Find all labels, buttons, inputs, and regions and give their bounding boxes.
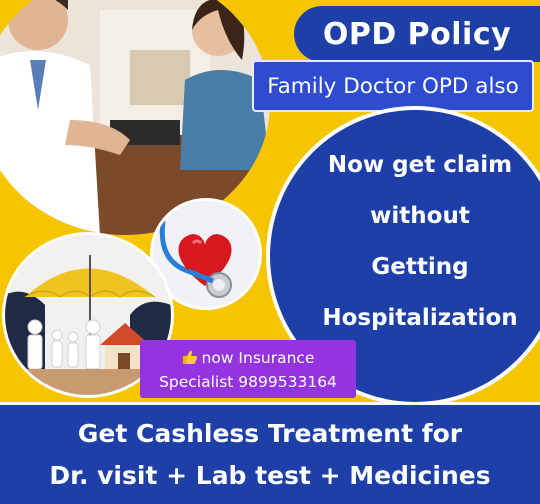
claim-line-3: Getting xyxy=(371,254,469,280)
policy-title: OPD Policy xyxy=(322,16,512,52)
doctor-consultation-image xyxy=(0,0,270,235)
cashless-treatment-banner: Get Cashless Treatment for Dr. visit + L… xyxy=(0,402,540,504)
claim-line-1: Now get claim xyxy=(327,152,513,178)
claim-line-4: Hospitalization xyxy=(322,305,518,331)
thumbs-up-icon xyxy=(182,346,198,370)
specialist-contact-box: now Insurance Specialist 9899533164 xyxy=(140,340,356,398)
footer-line-2: Dr. visit + Lab test + Medicines xyxy=(49,461,491,490)
claim-message: Now get claim without Getting Hospitaliz… xyxy=(300,140,540,344)
policy-title-banner: OPD Policy xyxy=(294,6,540,62)
footer-line-1: Get Cashless Treatment for xyxy=(77,419,463,448)
family-doctor-text: Family Doctor OPD also xyxy=(267,73,519,99)
specialist-line-2: Specialist 9899533164 xyxy=(159,373,337,391)
specialist-line-1: now Insurance xyxy=(201,349,315,367)
family-doctor-box: Family Doctor OPD also xyxy=(252,60,534,112)
claim-line-2: without xyxy=(370,203,470,229)
